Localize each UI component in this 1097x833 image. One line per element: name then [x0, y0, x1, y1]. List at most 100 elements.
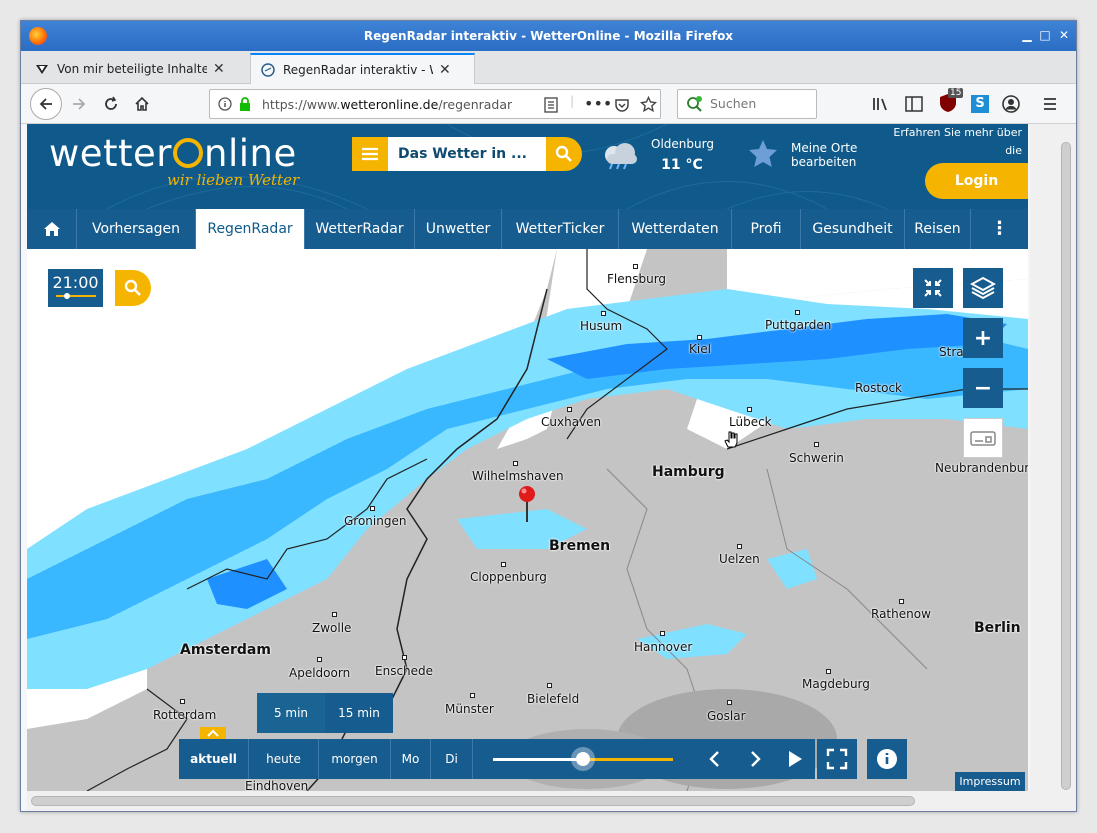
- city-label: Bremen: [549, 538, 611, 554]
- nav-wetterticker[interactable]: WetterTicker: [502, 209, 619, 249]
- interval-5min[interactable]: 5 min: [257, 693, 325, 733]
- navigation-toolbar: https://www.wetteronline.de/regenradar/o…: [21, 84, 1076, 124]
- home-button[interactable]: [129, 91, 155, 117]
- horizontal-scrollbar[interactable]: [27, 791, 1076, 811]
- account-icon[interactable]: [1002, 95, 1020, 113]
- slider-fill: [493, 758, 583, 761]
- tab-active[interactable]: RegenRadar interaktiv - Wette ✕: [250, 53, 475, 84]
- pocket-icon[interactable]: [614, 97, 630, 113]
- period-heute[interactable]: heute: [249, 739, 319, 779]
- slider-handle[interactable]: [576, 752, 590, 766]
- sidebar-icon[interactable]: [905, 96, 923, 112]
- period-morgen[interactable]: morgen: [319, 739, 391, 779]
- ublock-icon[interactable]: 15: [939, 88, 964, 115]
- nav-more-icon[interactable]: ⋮: [971, 209, 1028, 249]
- tab-close-icon[interactable]: ✕: [439, 62, 451, 78]
- main-navigation: Vorhersagen RegenRadar WetterRadar Unwet…: [27, 209, 1028, 249]
- my-places-link[interactable]: Meine Orte bearbeiten: [791, 141, 857, 169]
- city-label: Schwerin: [789, 451, 844, 465]
- nav-wetterdaten[interactable]: Wetterdaten: [619, 209, 732, 249]
- interval-15min[interactable]: 15 min: [325, 693, 393, 733]
- weather-city[interactable]: Oldenburg: [651, 137, 714, 151]
- city-marker: [332, 612, 337, 617]
- shrink-icon: [924, 279, 942, 297]
- location-pin-icon[interactable]: [516, 484, 538, 524]
- nav-home[interactable]: [27, 209, 77, 249]
- period-aktuell[interactable]: aktuell: [179, 739, 249, 779]
- arrow-left-icon: [39, 98, 52, 110]
- hamburger-menu-icon[interactable]: [1042, 96, 1058, 112]
- browser-window: RegenRadar interaktiv - WetterOnline - M…: [20, 20, 1077, 812]
- url-bar[interactable]: https://www.wetteronline.de/regenradar/o…: [209, 89, 661, 119]
- radar-time-display[interactable]: 21:00: [47, 268, 104, 308]
- city-label: Magdeburg: [802, 677, 870, 691]
- window-title: RegenRadar interaktiv - WetterOnline - M…: [363, 29, 734, 43]
- close-window-icon[interactable]: ✕: [1056, 27, 1072, 43]
- minimize-icon[interactable]: ▁: [1019, 27, 1035, 43]
- radar-map[interactable]: Flensburg Husum Puttgarden Kiel Stralsun…: [27, 249, 1028, 791]
- login-button[interactable]: Login: [925, 163, 1028, 199]
- bookmark-star-icon[interactable]: [640, 96, 657, 113]
- reader-view-icon[interactable]: [544, 97, 558, 113]
- play-button[interactable]: [775, 739, 815, 779]
- nav-reisen[interactable]: Reisen: [905, 209, 971, 249]
- menu-icon: [362, 147, 378, 161]
- period-di[interactable]: Di: [431, 739, 473, 779]
- collapse-toggle[interactable]: [200, 727, 226, 739]
- tab-close-icon[interactable]: ✕: [213, 61, 225, 77]
- layers-icon: [970, 276, 996, 300]
- nav-vorhersagen[interactable]: Vorhersagen: [77, 209, 196, 249]
- nav-profi[interactable]: Profi: [732, 209, 801, 249]
- layers-button[interactable]: [963, 268, 1003, 308]
- legend-button[interactable]: [963, 418, 1003, 458]
- impressum-link[interactable]: Impressum: [955, 772, 1025, 791]
- scroll-thumb[interactable]: [31, 796, 915, 806]
- zoom-in-button[interactable]: +: [963, 318, 1003, 358]
- search-input[interactable]: Suchen: [677, 89, 817, 119]
- city-marker: [501, 562, 506, 567]
- previous-button[interactable]: [695, 739, 735, 779]
- site-logo[interactable]: wetter nline: [49, 132, 297, 175]
- zoom-out-button[interactable]: −: [963, 368, 1003, 408]
- search-engine-icon: [687, 96, 702, 112]
- next-button[interactable]: [735, 739, 775, 779]
- tab-inactive[interactable]: Von mir beteiligte Inhalte - T5 ✕: [25, 53, 250, 84]
- extension-s-icon[interactable]: S: [971, 95, 989, 113]
- favorite-star-icon[interactable]: [747, 138, 779, 170]
- city-marker: [826, 669, 831, 674]
- time-indicator-line: [55, 293, 96, 299]
- menu-button[interactable]: [352, 137, 388, 171]
- city-marker: [470, 693, 475, 698]
- info-button[interactable]: [867, 739, 907, 779]
- city-search-input[interactable]: Das Wetter in ...: [388, 137, 546, 171]
- city-marker: [660, 631, 665, 636]
- nav-wetterradar[interactable]: WetterRadar: [305, 209, 415, 249]
- nav-gesundheit[interactable]: Gesundheit: [801, 209, 905, 249]
- city-marker: [370, 506, 375, 511]
- page-actions-icon[interactable]: •••: [584, 94, 612, 113]
- maximize-icon[interactable]: □: [1037, 27, 1053, 43]
- city-label: Cuxhaven: [541, 415, 602, 429]
- city-marker: [513, 461, 518, 466]
- library-icon[interactable]: [872, 96, 890, 112]
- forward-button[interactable]: [66, 91, 92, 117]
- map-search-button[interactable]: [115, 270, 151, 306]
- back-button[interactable]: [30, 88, 62, 120]
- time-period-bar: aktuell heute morgen Mo Di: [179, 739, 729, 779]
- nav-regenradar[interactable]: RegenRadar: [196, 209, 305, 249]
- vertical-scrollbar[interactable]: [1030, 124, 1076, 791]
- fullscreen-button[interactable]: [817, 739, 857, 779]
- time-slider[interactable]: [493, 752, 673, 766]
- title-bar[interactable]: RegenRadar interaktiv - WetterOnline - M…: [21, 21, 1076, 51]
- city-label: Puttgarden: [765, 318, 832, 332]
- chevron-left-icon: [709, 751, 719, 767]
- city-label: Husum: [580, 319, 623, 333]
- shrink-map-button[interactable]: [913, 268, 953, 308]
- period-mo[interactable]: Mo: [391, 739, 431, 779]
- interval-selector: 5 min 15 min: [257, 693, 393, 733]
- reload-button[interactable]: [98, 91, 124, 117]
- nav-unwetter[interactable]: Unwetter: [415, 209, 502, 249]
- city-search-button[interactable]: [546, 137, 582, 171]
- info-icon[interactable]: [218, 97, 232, 111]
- scroll-thumb[interactable]: [1061, 142, 1071, 790]
